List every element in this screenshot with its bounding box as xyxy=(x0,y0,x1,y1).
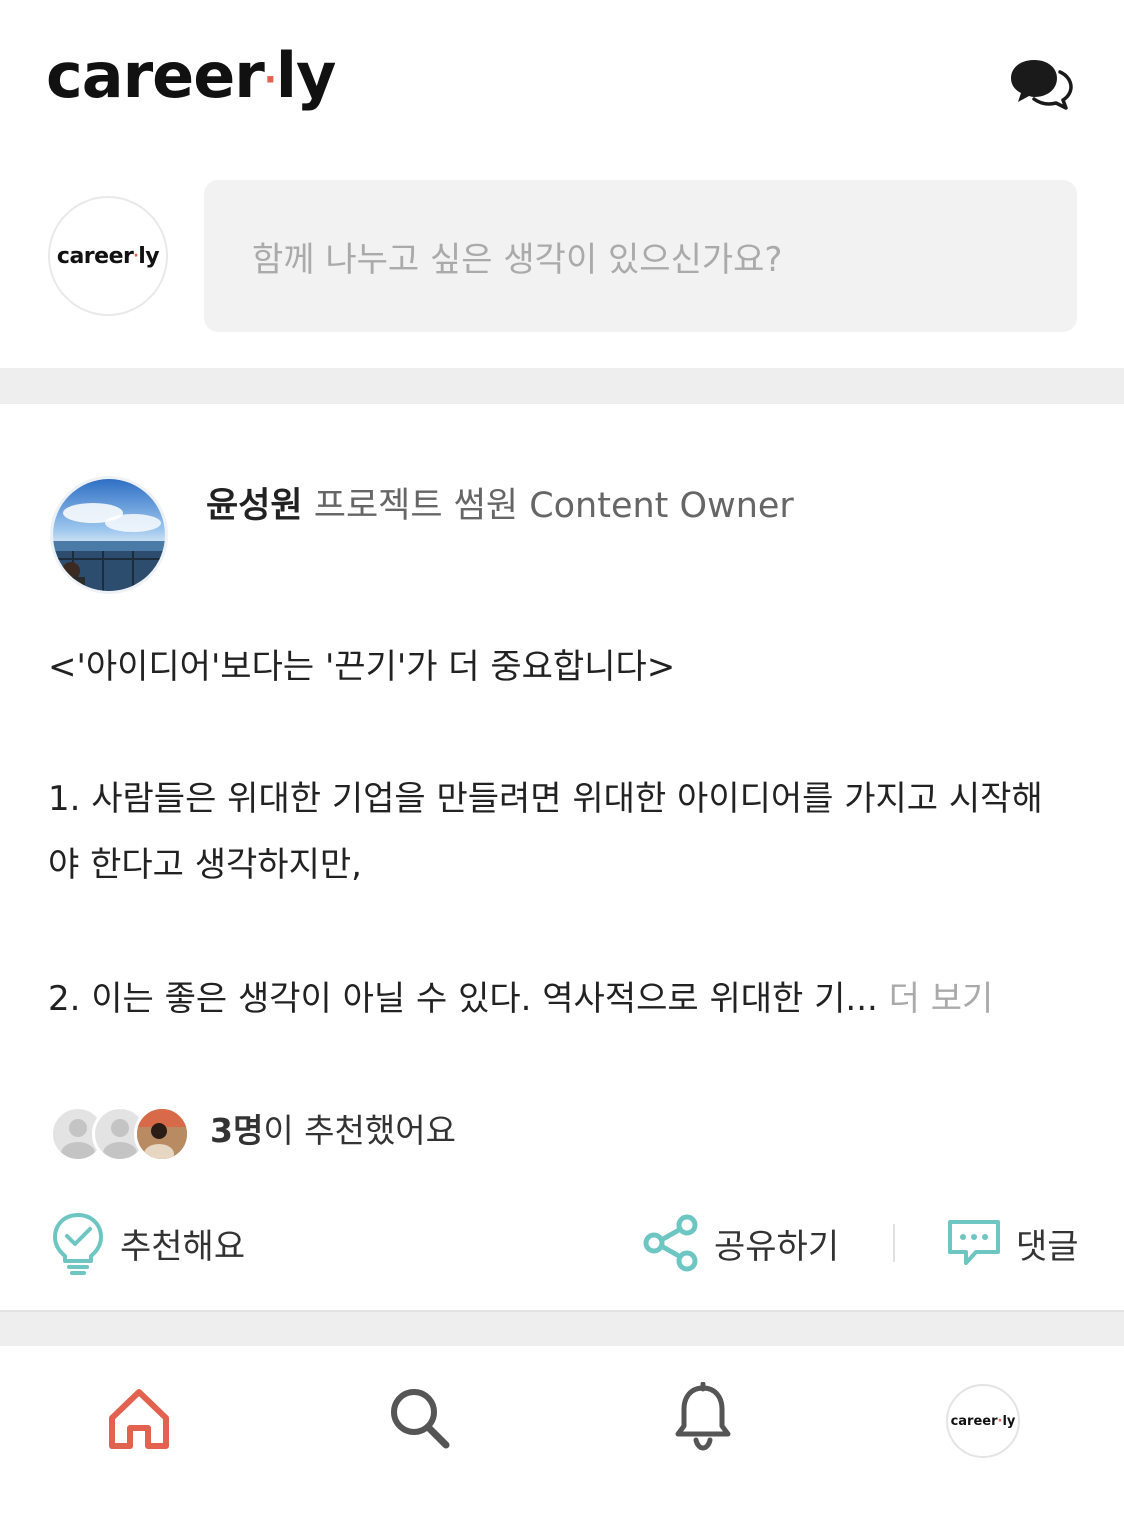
author-line: 윤성원 프로젝트 썸원 Content Owner xyxy=(206,482,794,530)
careerly-logo[interactable]: career·ly xyxy=(46,36,336,120)
author-photo xyxy=(53,479,165,591)
share-button[interactable]: 공유하기 xyxy=(642,1208,839,1278)
action-separator xyxy=(893,1224,895,1262)
author-name[interactable]: 윤성원 xyxy=(206,486,303,526)
bottom-nav: career · ly xyxy=(0,1346,1124,1522)
profile-avatar[interactable]: career · ly xyxy=(946,1384,1020,1458)
share-icon xyxy=(643,1214,698,1272)
recommend-count-text[interactable]: 3명이 추천했어요 xyxy=(210,1108,456,1154)
search-icon[interactable] xyxy=(388,1386,452,1452)
bell-icon[interactable] xyxy=(674,1382,732,1452)
recommender-avatars[interactable] xyxy=(50,1106,200,1162)
recommender-avatar xyxy=(134,1106,190,1162)
app-header: career·ly xyxy=(0,0,1124,160)
post-paragraph-line: 1. 사람들은 위대한 기업을 만들려면 위대한 아이디어를 가지고 시작해 xyxy=(48,779,1043,819)
section-divider xyxy=(0,1310,1124,1346)
home-icon[interactable] xyxy=(106,1386,172,1452)
post-title: <'아이디어'보다는 '끈기'가 더 중요합니다> xyxy=(48,647,676,687)
post-paragraph-line: 2. 이는 좋은 생각이 아닐 수 있다. 역사적으로 위대한 기... 더 보… xyxy=(48,979,994,1019)
user-avatar[interactable]: career · ly xyxy=(48,196,168,316)
author-avatar[interactable] xyxy=(50,476,168,594)
comment-icon xyxy=(948,1220,1000,1265)
read-more-link[interactable]: 더 보기 xyxy=(889,979,994,1019)
recommend-button[interactable]: 추천해요 xyxy=(50,1208,245,1278)
post-paragraph-line: 야 한다고 생각하지만, xyxy=(48,845,362,885)
lightbulb-check-icon xyxy=(53,1213,103,1275)
section-divider xyxy=(0,368,1124,404)
author-title: 프로젝트 썸원 Content Owner xyxy=(313,486,794,526)
comment-button[interactable]: 댓글 xyxy=(946,1208,1079,1278)
chat-bubbles-icon[interactable] xyxy=(1008,56,1074,112)
post-composer-input[interactable]: 함께 나누고 싶은 생각이 있으신가요? xyxy=(204,180,1077,332)
